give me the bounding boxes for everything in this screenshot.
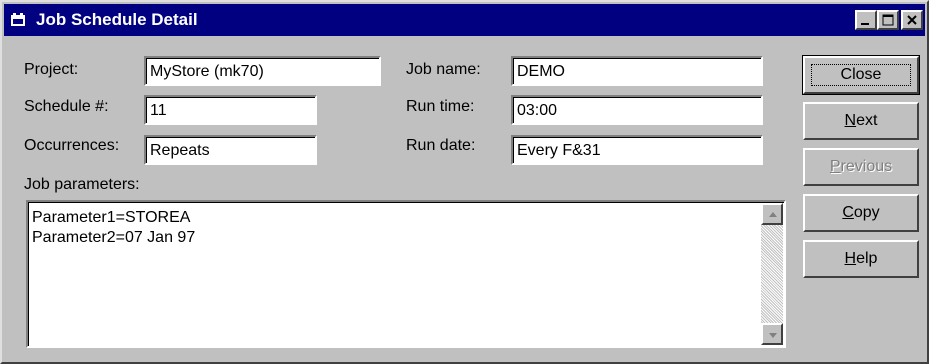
job-name-label: Job name: [406, 61, 481, 78]
minimize-icon [861, 23, 869, 25]
occurrences-label: Occurrences: [24, 137, 120, 154]
next-accelerator: N [844, 112, 857, 129]
maximize-button[interactable] [877, 10, 899, 30]
job-name-field[interactable]: DEMO [511, 56, 763, 86]
run-date-field[interactable]: Every F&31 [511, 135, 763, 165]
job-schedule-detail-window: Job Schedule Detail Project: MyStore (mk… [0, 0, 929, 364]
project-field[interactable]: MyStore (mk70) [144, 56, 381, 86]
app-icon[interactable] [10, 12, 28, 28]
close-icon [907, 15, 917, 25]
scroll-down-button[interactable] [761, 323, 783, 345]
schedule-number-field[interactable]: 11 [144, 95, 317, 125]
close-button[interactable]: Close [802, 55, 920, 95]
previous-button[interactable]: Previous [803, 148, 919, 186]
close-window-button[interactable] [901, 10, 923, 30]
scroll-up-button[interactable] [761, 203, 783, 225]
parameter-line: Parameter1=STOREA [32, 209, 191, 226]
help-button-label: elp [856, 250, 878, 267]
run-time-label: Run time: [406, 98, 475, 115]
project-label: Project: [24, 61, 79, 78]
job-parameters-label: Job parameters: [24, 176, 140, 193]
run-date-label: Run date: [406, 137, 476, 154]
next-button-label: ext [856, 112, 878, 129]
previous-button-label: revious [840, 158, 893, 175]
window-title: Job Schedule Detail [36, 10, 198, 29]
minimize-button[interactable] [855, 10, 877, 30]
occurrences-field[interactable]: Repeats [144, 135, 317, 165]
maximize-icon [882, 14, 894, 26]
previous-accelerator: P [829, 158, 841, 175]
help-accelerator: H [844, 250, 857, 267]
parameter-line: Parameter2=07 Jan 97 [32, 229, 196, 246]
arrow-up-icon [769, 212, 777, 217]
focus-rect [811, 64, 911, 86]
job-parameters-text: Parameter1=STOREA Parameter2=07 Jan 97 [32, 208, 195, 248]
copy-button-label: opy [853, 204, 880, 221]
arrow-down-icon [769, 333, 777, 338]
copy-accelerator: C [842, 204, 854, 221]
help-button[interactable]: Help [803, 240, 919, 278]
job-parameters-textarea[interactable]: Parameter1=STOREA Parameter2=07 Jan 97 [26, 200, 786, 348]
next-button[interactable]: Next [803, 102, 919, 140]
schedule-number-label: Schedule #: [24, 98, 109, 115]
run-time-field[interactable]: 03:00 [511, 95, 763, 125]
vertical-scrollbar[interactable] [761, 203, 783, 345]
copy-button[interactable]: Copy [803, 194, 919, 232]
title-bar[interactable]: Job Schedule Detail [4, 4, 925, 36]
